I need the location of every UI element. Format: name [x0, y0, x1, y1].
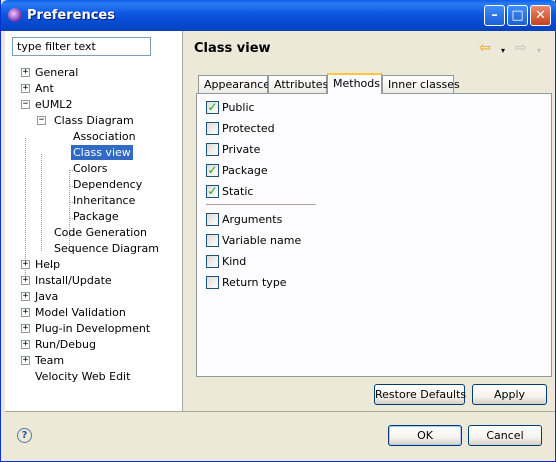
cancel-button[interactable]: Cancel: [468, 425, 542, 446]
checkbox-label: Package: [222, 164, 268, 177]
page-title: Class view: [194, 41, 271, 56]
checkbox-label: Private: [222, 143, 261, 156]
checkbox-label: Static: [222, 185, 254, 198]
tree-item-label: Help: [35, 258, 61, 271]
forward-arrow-icon: ⇨: [515, 40, 527, 56]
separator: [5, 411, 555, 412]
tree-item-label: Dependency: [73, 178, 143, 191]
expand-icon[interactable]: +: [21, 276, 30, 285]
expand-icon[interactable]: +: [21, 68, 30, 77]
methods-tab-content: ✓ Public Protected Private ✓ Package ✓ S…: [196, 93, 552, 377]
tree-item-label: Class view: [71, 145, 133, 160]
checkbox-label: Protected: [222, 122, 275, 135]
checkbox-label: Variable name: [222, 234, 302, 247]
checkbox-label: Public: [222, 101, 255, 114]
tree-item-label: Code Generation: [54, 226, 148, 239]
expand-icon[interactable]: +: [21, 308, 30, 317]
checkbox-box[interactable]: [206, 234, 219, 247]
tree-guide: [41, 154, 42, 251]
tree-item-label: Sequence Diagram: [54, 242, 159, 255]
checkbox-box[interactable]: ✓: [206, 101, 219, 114]
tree-item-label: Ant: [35, 82, 54, 95]
apply-button[interactable]: Apply: [472, 384, 547, 405]
checkbox-label: Arguments: [222, 213, 283, 226]
preference-tree-pane: type filter text + General + Ant − eUML2…: [5, 31, 183, 411]
checkbox-label: Return type: [222, 276, 287, 289]
tab-inner-classes[interactable]: Inner classes: [382, 75, 460, 93]
preferences-window: Preferences – □ ✕ type filter text + Gen…: [0, 0, 556, 462]
restore-defaults-button[interactable]: Restore Defaults: [374, 384, 466, 405]
tab-methods[interactable]: Methods: [327, 73, 382, 94]
checkbox-box[interactable]: [206, 213, 219, 226]
checkbox-box[interactable]: [206, 143, 219, 156]
tree-item-label: Colors: [73, 162, 108, 175]
eclipse-icon: [8, 8, 22, 22]
tree-item-label: Run/Debug: [35, 338, 96, 351]
tab-attributes[interactable]: Attributes: [268, 75, 328, 93]
expand-icon[interactable]: +: [21, 292, 30, 301]
expand-icon[interactable]: +: [21, 84, 30, 93]
tree-item-label: Class Diagram: [54, 114, 134, 127]
tab-appearance[interactable]: Appearance: [198, 75, 270, 93]
checkbox-box[interactable]: ✓: [206, 185, 219, 198]
collapse-icon[interactable]: −: [37, 116, 46, 125]
checkbox-label: Kind: [222, 255, 247, 268]
tree-item-label: Java: [35, 290, 59, 303]
back-arrow-icon[interactable]: ⇦: [479, 41, 491, 55]
expand-icon[interactable]: +: [21, 356, 30, 365]
preference-page: Class view ⇦ ▾ ⇨ ▾ Appearance Attributes…: [184, 31, 555, 411]
separator: [206, 204, 316, 205]
tree-item-label: Inheritance: [73, 194, 136, 207]
expand-icon[interactable]: +: [21, 260, 30, 269]
help-icon[interactable]: ?: [17, 428, 32, 443]
maximize-button[interactable]: □: [507, 5, 528, 26]
minimize-button[interactable]: –: [484, 5, 505, 26]
tree-item-label: Team: [35, 354, 65, 367]
tree-item-label: Model Validation: [35, 306, 126, 319]
tree-item-label: Package: [73, 210, 119, 223]
tree-item-label: Install/Update: [35, 274, 112, 287]
back-dropdown-icon[interactable]: ▾: [501, 44, 505, 58]
checkbox-box[interactable]: [206, 122, 219, 135]
ok-button[interactable]: OK: [388, 425, 462, 446]
checkbox-box[interactable]: ✓: [206, 164, 219, 177]
filter-input[interactable]: type filter text: [12, 37, 151, 56]
forward-dropdown-icon: ▾: [537, 46, 542, 55]
checkbox-box[interactable]: [206, 276, 219, 289]
title-bar[interactable]: Preferences – □ ✕: [1, 0, 556, 31]
expand-icon[interactable]: +: [21, 340, 30, 349]
checkbox-box[interactable]: [206, 255, 219, 268]
close-button[interactable]: ✕: [530, 5, 551, 26]
window-title: Preferences: [27, 8, 115, 23]
tree-item-label: Velocity Web Edit: [35, 370, 131, 383]
tree-item-label: Association: [73, 130, 136, 143]
tree-item-label: eUML2: [35, 98, 73, 111]
expand-icon[interactable]: +: [21, 324, 30, 333]
tree-item-label: Plug-in Development: [35, 322, 151, 335]
tree-item-label: General: [35, 66, 79, 79]
collapse-icon[interactable]: −: [21, 100, 30, 109]
